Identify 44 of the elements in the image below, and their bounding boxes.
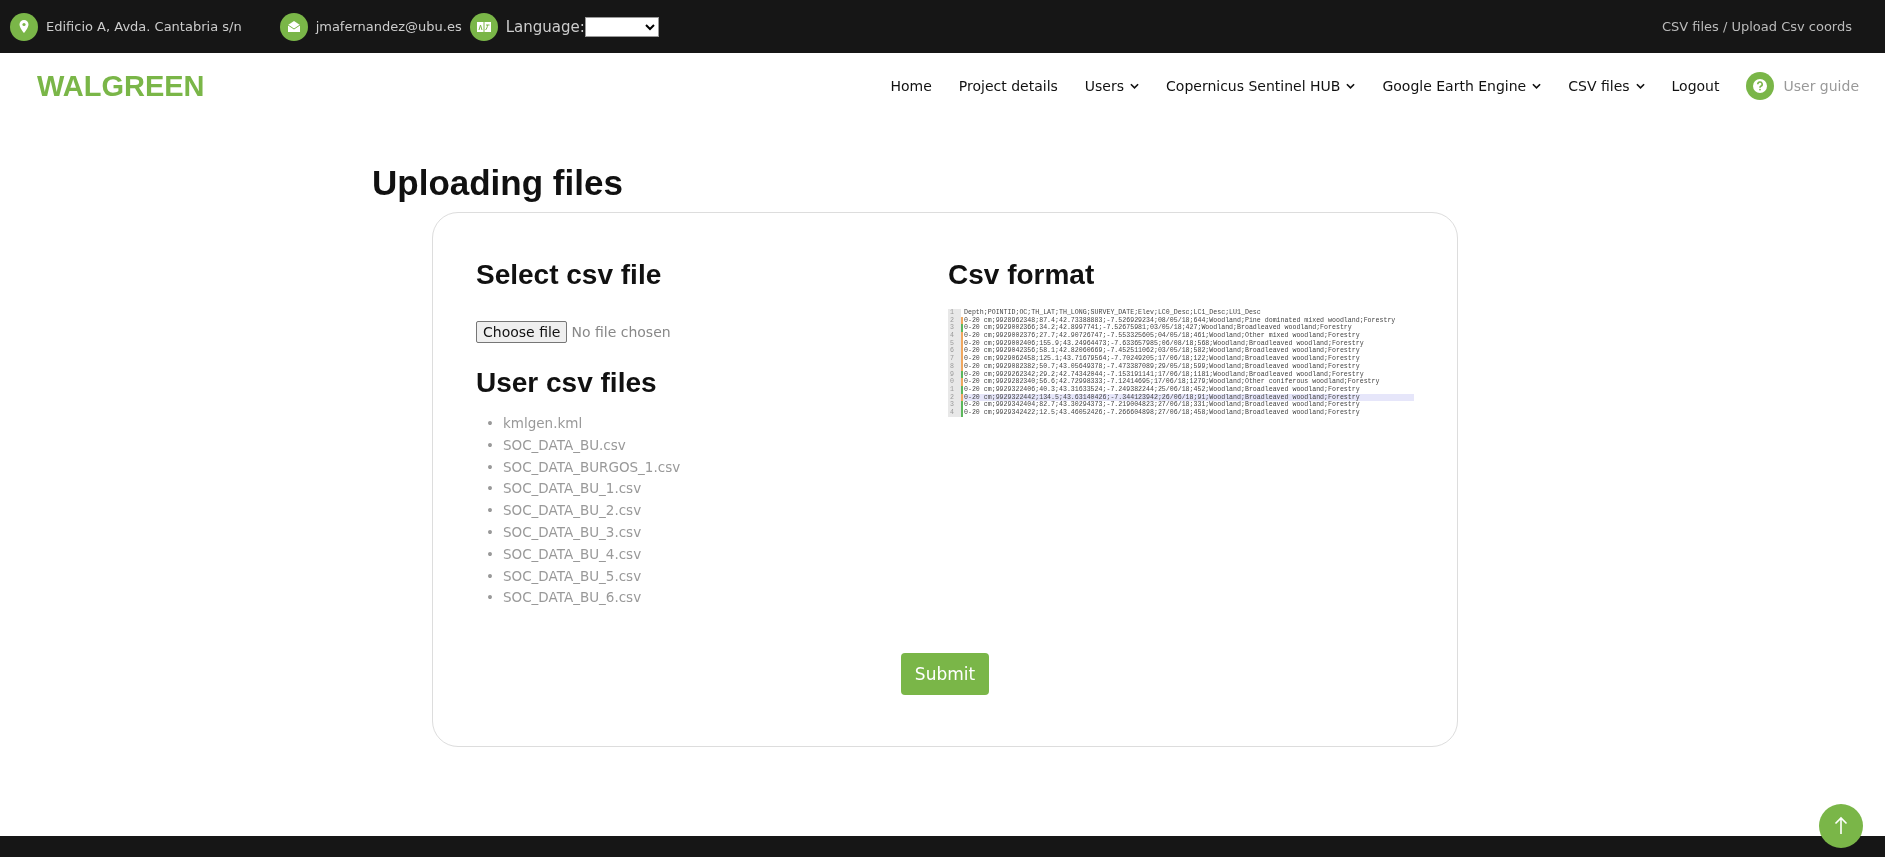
bullet: • — [486, 479, 494, 499]
bullet: • — [486, 457, 494, 477]
nav-link[interactable]: Copernicus Sentinel HUB — [1166, 78, 1356, 94]
nav-link[interactable]: Logout — [1671, 78, 1720, 94]
bullet: • — [486, 544, 494, 564]
logo-text[interactable]: WALGREEN — [37, 69, 205, 103]
breadcrumb-text: CSV files / Upload Csv coords — [1661, 19, 1852, 34]
email-text: jmafernandez@ubu.es — [315, 19, 462, 34]
bullet: • — [486, 501, 494, 521]
language-label: Language: — [505, 17, 585, 36]
nav-link[interactable]: CSV files — [1568, 78, 1645, 94]
bullet: • — [486, 435, 494, 455]
file-name[interactable]: SOC_DATA_BU_5.csv — [503, 565, 642, 588]
file-name[interactable]: SOC_DATA_BU_4.csv — [503, 543, 642, 566]
file-name[interactable]: kmlgen.kml — [503, 413, 583, 435]
section-heading: User csv files — [476, 367, 658, 399]
choose-file-button[interactable]: Choose file — [476, 321, 568, 343]
bullet: • — [486, 588, 494, 608]
file-name[interactable]: SOC_DATA_BU.csv — [503, 434, 626, 457]
user-guide-link[interactable]: User guide — [1783, 78, 1859, 94]
section-heading: Csv format — [948, 259, 1096, 291]
file-name[interactable]: SOC_DATA_BU_6.csv — [503, 587, 642, 610]
bullet: • — [486, 414, 494, 433]
page-title: Uploading files — [372, 163, 623, 203]
file-name[interactable]: SOC_DATA_BU_3.csv — [503, 522, 642, 544]
bullet: • — [486, 566, 494, 586]
nav-link[interactable]: Google Earth Engine — [1382, 78, 1542, 94]
file-name[interactable]: SOC_DATA_BU_2.csv — [503, 500, 642, 522]
language-select[interactable] — [584, 16, 659, 37]
section-heading: Select csv file — [476, 259, 663, 291]
nav-link[interactable]: Project details — [958, 78, 1058, 94]
file-status-text: No file chosen — [571, 324, 671, 340]
submit-button[interactable]: Submit — [900, 653, 990, 696]
nav-link[interactable]: Home — [890, 78, 932, 94]
address-text: Edificio A, Avda. Cantabria s/n — [46, 19, 242, 34]
bullet: • — [486, 523, 494, 542]
help-icon — [1746, 72, 1775, 100]
scroll-to-top-button[interactable] — [1819, 804, 1863, 848]
nav-link[interactable]: Users — [1084, 78, 1140, 94]
envelope-icon — [279, 12, 308, 41]
translate-icon — [469, 12, 498, 41]
location-pin-icon — [10, 12, 38, 41]
file-name[interactable]: SOC_DATA_BURGOS_1.csv — [503, 456, 681, 479]
file-name[interactable]: SOC_DATA_BU_1.csv — [503, 478, 642, 501]
